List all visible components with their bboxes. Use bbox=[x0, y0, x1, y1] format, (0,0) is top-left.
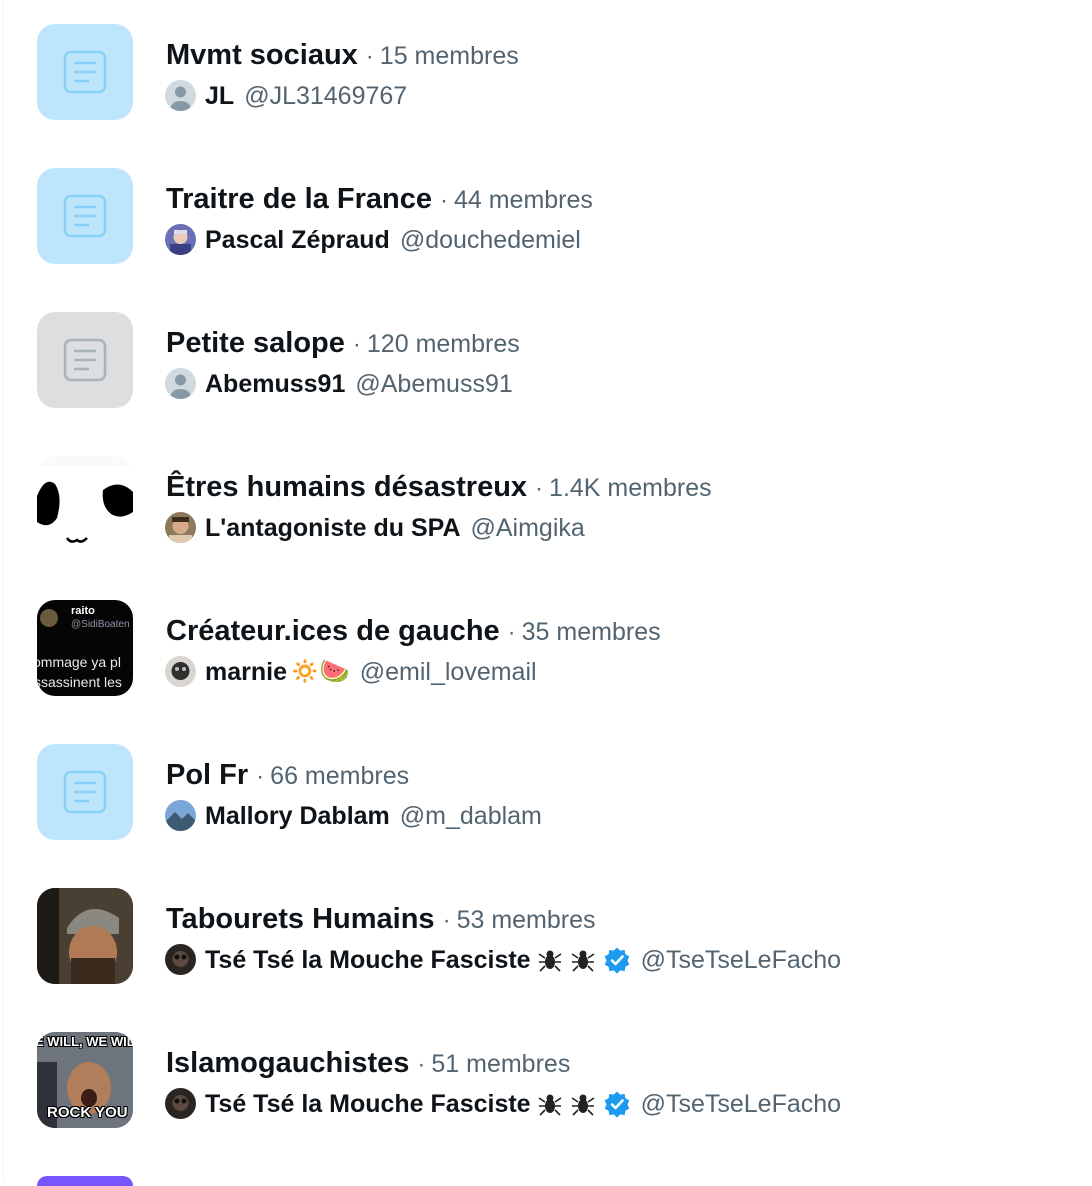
owner-handle[interactable]: @TseTseLeFacho bbox=[641, 945, 841, 975]
avatar[interactable] bbox=[165, 944, 196, 975]
list-thumbnail bbox=[37, 312, 133, 408]
member-count: 53 membres bbox=[456, 906, 596, 934]
owner-name[interactable]: Abemuss91 bbox=[205, 369, 345, 399]
fly-icon bbox=[571, 1094, 595, 1116]
separator: · bbox=[535, 475, 544, 502]
owner-handle[interactable]: @m_dablam bbox=[400, 801, 542, 831]
member-count: 15 membres bbox=[379, 42, 519, 70]
list-name[interactable]: Pol Fr bbox=[166, 759, 248, 791]
face-image bbox=[37, 456, 133, 543]
list-item[interactable]: E WILL, WE WIL ROCK YOU Islamogauchistes… bbox=[0, 1008, 1092, 1152]
list-item[interactable]: Tabourets Humains · 53 membres Tsé Tsé la … bbox=[0, 864, 1092, 1008]
separator: · bbox=[256, 763, 265, 790]
list-name[interactable]: Petite salope bbox=[166, 327, 345, 359]
owner-handle[interactable]: @emil_lovemail bbox=[360, 657, 537, 687]
owner-name[interactable]: JL bbox=[205, 81, 234, 111]
member-count: 66 membres bbox=[270, 762, 410, 790]
thumb-line: ssassinent les bbox=[37, 674, 122, 690]
document-icon bbox=[63, 50, 107, 94]
beanie-photo bbox=[37, 888, 133, 984]
list-item[interactable]: Êtres humains désastreux · 1.4K membres L'… bbox=[0, 432, 1092, 576]
owner-handle[interactable]: @douchedemiel bbox=[400, 225, 581, 255]
member-count: 1.4K membres bbox=[549, 474, 712, 502]
avatar[interactable] bbox=[165, 800, 196, 831]
list-item[interactable]: Mvmt sociaux · 15 membres JL @JL31469767 bbox=[0, 0, 1092, 144]
list-name[interactable]: Êtres humains désastreux bbox=[166, 471, 527, 503]
owner-name[interactable]: L'antagoniste du SPA bbox=[205, 513, 461, 543]
member-count: 44 membres bbox=[453, 186, 593, 214]
meme-bottom-text: ROCK YOU bbox=[47, 1104, 128, 1121]
verified-badge-icon[interactable] bbox=[603, 1090, 631, 1118]
owner-handle[interactable]: @Aimgika bbox=[471, 513, 585, 543]
owner-name[interactable]: Tsé Tsé la Mouche Fasciste bbox=[205, 945, 531, 975]
next-list-thumbnail bbox=[37, 1176, 133, 1186]
avatar[interactable] bbox=[165, 80, 196, 111]
verified-badge-icon[interactable] bbox=[603, 946, 631, 974]
list-thumbnail bbox=[37, 744, 133, 840]
list-item[interactable]: Traitre de la France · 44 membres Pascal Z… bbox=[0, 144, 1092, 288]
owner-emojis: 🔅🍉 bbox=[289, 657, 350, 685]
avatar[interactable] bbox=[165, 224, 196, 255]
avatar[interactable] bbox=[165, 512, 196, 543]
member-count: 51 membres bbox=[431, 1050, 571, 1078]
document-icon bbox=[63, 194, 107, 238]
fly-icon bbox=[538, 950, 562, 972]
list-name[interactable]: Islamogauchistes bbox=[166, 1047, 409, 1079]
owner-name[interactable]: Pascal Zépraud bbox=[205, 225, 390, 255]
member-count: 35 membres bbox=[521, 618, 661, 646]
list-item[interactable]: Pol Fr · 66 membres Mallory Dablam @m_dabl… bbox=[0, 720, 1092, 864]
separator: · bbox=[417, 1051, 426, 1078]
list-name[interactable]: Mvmt sociaux bbox=[166, 39, 358, 71]
list-item[interactable]: Petite salope · 120 membres Abemuss91 @Abe… bbox=[0, 288, 1092, 432]
owner-name[interactable]: Mallory Dablam bbox=[205, 801, 390, 831]
separator: · bbox=[352, 331, 361, 358]
separator: · bbox=[365, 43, 374, 70]
list-thumbnail bbox=[37, 24, 133, 120]
thumb-user: raito bbox=[71, 605, 95, 617]
list-thumbnail bbox=[37, 456, 133, 552]
avatar[interactable] bbox=[165, 1088, 196, 1119]
member-count: 120 membres bbox=[366, 330, 520, 358]
list-item[interactable]: raito @SidiBoaten ommage ya pl ssassinen… bbox=[0, 576, 1092, 720]
owner-name[interactable]: Tsé Tsé la Mouche Fasciste bbox=[205, 1089, 531, 1119]
owner-handle[interactable]: @JL31469767 bbox=[244, 81, 407, 111]
list-name[interactable]: Traitre de la France bbox=[166, 183, 432, 215]
separator: · bbox=[442, 907, 451, 934]
fly-icon bbox=[538, 1094, 562, 1116]
list-thumbnail bbox=[37, 168, 133, 264]
list-thumbnail: E WILL, WE WIL ROCK YOU bbox=[37, 1032, 133, 1128]
list-name[interactable]: Tabourets Humains bbox=[166, 903, 435, 935]
owner-handle[interactable]: @Abemuss91 bbox=[355, 369, 512, 399]
list-thumbnail bbox=[37, 888, 133, 984]
thumb-line: ommage ya pl bbox=[37, 654, 121, 670]
list-thumbnail: raito @SidiBoaten ommage ya pl ssassinen… bbox=[37, 600, 133, 696]
list-name[interactable]: Créateur.ices de gauche bbox=[166, 615, 500, 647]
avatar[interactable] bbox=[165, 656, 196, 687]
thumb-handle: @SidiBoaten bbox=[71, 619, 130, 630]
separator: · bbox=[507, 619, 516, 646]
separator: · bbox=[439, 187, 448, 214]
meme-top-text: E WILL, WE WIL bbox=[37, 1034, 133, 1049]
document-icon bbox=[63, 770, 107, 814]
avatar[interactable] bbox=[165, 368, 196, 399]
document-icon bbox=[63, 338, 107, 382]
owner-name[interactable]: marnie bbox=[205, 657, 287, 687]
owner-handle[interactable]: @TseTseLeFacho bbox=[641, 1089, 841, 1119]
fly-icon bbox=[571, 950, 595, 972]
